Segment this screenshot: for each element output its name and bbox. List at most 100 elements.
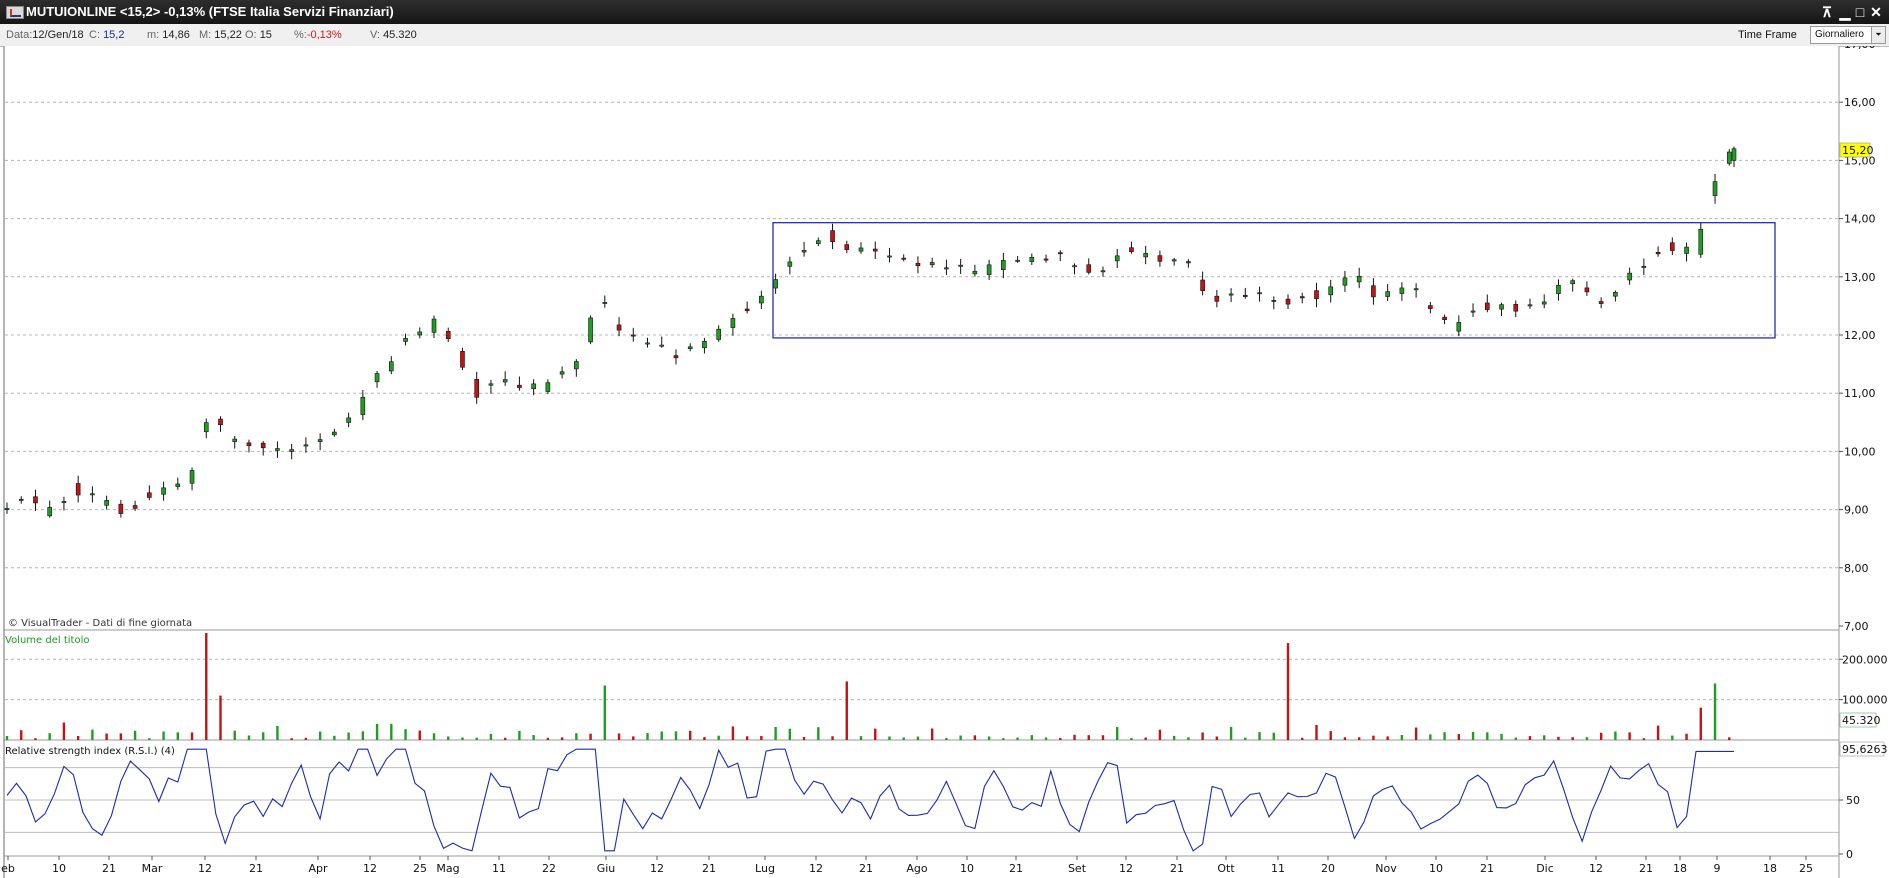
time-tick-label: Ago bbox=[906, 862, 928, 875]
pin-icon[interactable]: ⊼ bbox=[1818, 3, 1836, 21]
time-tick-label: Ott bbox=[1217, 862, 1235, 875]
volume-bar bbox=[418, 730, 421, 740]
time-tick-label: eb bbox=[1, 862, 15, 875]
candle-body bbox=[1442, 316, 1447, 320]
candle-body bbox=[246, 442, 252, 446]
volume-bar bbox=[1414, 727, 1418, 740]
volume-bar bbox=[1002, 738, 1005, 740]
candle-body bbox=[1385, 291, 1390, 297]
candle-body bbox=[1655, 251, 1661, 255]
volume-bar bbox=[318, 731, 322, 740]
candle-body bbox=[1186, 261, 1191, 264]
candle-body bbox=[332, 431, 337, 436]
volume-bar bbox=[1514, 737, 1517, 740]
candle-body bbox=[1299, 296, 1305, 299]
candle-body bbox=[588, 317, 593, 343]
price-tick-label: 12,00 bbox=[1844, 329, 1876, 342]
volume-bar bbox=[888, 736, 891, 740]
time-tick-label: Set bbox=[1068, 862, 1087, 875]
chevron-down-icon[interactable]: ⏷ bbox=[1871, 27, 1885, 43]
candle-body bbox=[360, 396, 366, 415]
candle-body bbox=[90, 493, 95, 496]
candle-body bbox=[1356, 275, 1362, 283]
candle-body bbox=[104, 500, 109, 506]
candle-body bbox=[417, 331, 423, 336]
volume-bar bbox=[404, 729, 407, 740]
price-tick-label: 8,00 bbox=[1844, 562, 1869, 575]
volume-bar bbox=[1429, 734, 1432, 740]
time-tick-label: 21 bbox=[1009, 862, 1023, 875]
volume-bar bbox=[1315, 724, 1318, 740]
volume-bar bbox=[233, 730, 236, 740]
time-tick-label: 9 bbox=[1714, 862, 1721, 875]
candle-body bbox=[830, 230, 835, 242]
time-tick-label: 18 bbox=[1673, 862, 1687, 875]
volume-bar bbox=[703, 737, 706, 740]
volume-bar bbox=[489, 733, 493, 740]
candle-body bbox=[1731, 148, 1737, 161]
candle-body bbox=[374, 373, 380, 383]
volume-bar bbox=[674, 731, 678, 740]
volume-bar bbox=[333, 735, 336, 740]
volume-bar bbox=[831, 736, 834, 740]
close-button[interactable]: ✕ bbox=[1867, 3, 1885, 21]
volume-bar bbox=[1187, 737, 1190, 740]
last-price-value: 15,20 bbox=[1842, 144, 1874, 157]
open-label: O: bbox=[245, 29, 257, 41]
volume-tick-label: 100.000 bbox=[1842, 694, 1888, 707]
candle-body bbox=[175, 483, 181, 487]
volume-bar bbox=[361, 731, 365, 740]
volume-bar bbox=[1215, 736, 1219, 740]
volume-bar bbox=[987, 736, 991, 740]
candle-body bbox=[118, 503, 124, 514]
candle-body bbox=[816, 240, 821, 244]
volume-bar bbox=[902, 737, 905, 740]
candle-body bbox=[260, 442, 266, 449]
candle-body bbox=[502, 379, 508, 383]
candle-body bbox=[773, 279, 778, 289]
volume-bar bbox=[48, 733, 51, 740]
time-tick-label: 25 bbox=[413, 862, 427, 875]
candle-body bbox=[1456, 322, 1462, 332]
volume-bar bbox=[1642, 738, 1646, 740]
candle-body bbox=[389, 361, 394, 372]
candle-body bbox=[1342, 277, 1348, 286]
candle-body bbox=[958, 264, 963, 267]
max-value: 15,22 bbox=[214, 29, 242, 41]
rsi-panel-title: Relative strength index (R.S.I.) (4) bbox=[5, 746, 175, 757]
timeframe-select[interactable]: Giornaliero ⏷ bbox=[1810, 26, 1886, 44]
candle-body bbox=[1513, 304, 1519, 312]
volume-bar bbox=[845, 681, 848, 740]
volume-bar bbox=[560, 737, 564, 740]
volume-bar bbox=[1030, 735, 1034, 740]
candle-body bbox=[1072, 265, 1077, 268]
volume-bar bbox=[1258, 732, 1261, 740]
volume-bar bbox=[1286, 643, 1290, 740]
candle-body bbox=[203, 422, 209, 433]
candle-body bbox=[730, 318, 736, 328]
volume-bar bbox=[375, 724, 379, 740]
candle-body bbox=[602, 302, 608, 304]
open-field: O: 15 bbox=[245, 29, 272, 41]
volume-bar bbox=[190, 732, 194, 740]
time-tick-label: Mag bbox=[436, 862, 459, 875]
candle-body bbox=[531, 383, 536, 390]
price-tick-label: 9,00 bbox=[1844, 504, 1869, 517]
volume-bar bbox=[1329, 731, 1332, 740]
time-tick-label: Giu bbox=[597, 862, 616, 875]
pct-label: %: bbox=[294, 29, 307, 41]
candle-body bbox=[759, 295, 764, 304]
chart-area: 17,0016,0015,0014,0013,0012,0011,0010,00… bbox=[1, 46, 1888, 878]
volume-bar bbox=[731, 726, 735, 740]
volume-bar bbox=[1500, 733, 1503, 740]
volume-bar bbox=[1457, 734, 1461, 740]
candle-body bbox=[1257, 292, 1262, 295]
volume-bar bbox=[162, 731, 165, 740]
time-tick-label: 12 bbox=[650, 862, 664, 875]
volume-bar bbox=[5, 736, 9, 740]
data-field: Data:12/Gen/18 bbox=[6, 29, 84, 41]
candle-body bbox=[1114, 255, 1120, 262]
volume-bar bbox=[262, 732, 265, 740]
candle-body bbox=[887, 255, 892, 258]
data-value: 12/Gen/18 bbox=[32, 29, 84, 41]
